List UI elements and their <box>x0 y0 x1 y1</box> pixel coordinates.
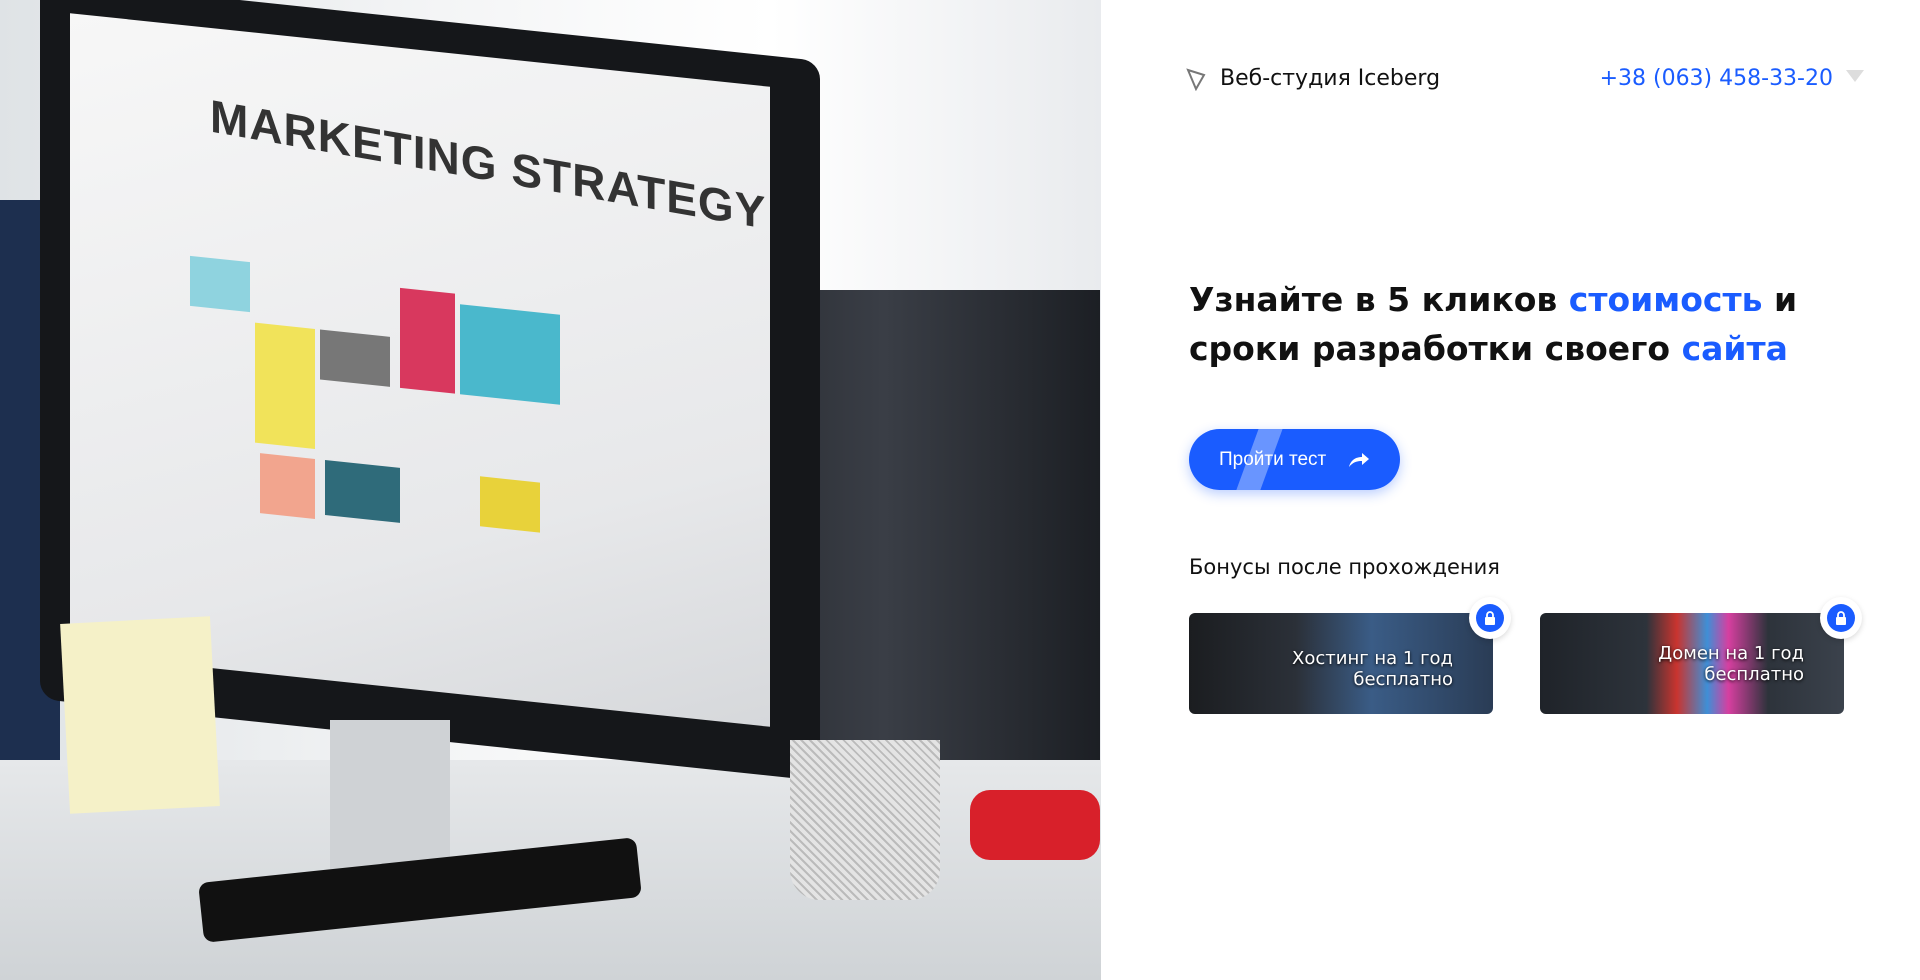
take-test-button[interactable]: Пройти тест <box>1189 429 1400 490</box>
screen-title: MARKETING STRATEGY <box>210 89 767 239</box>
chevron-down-icon[interactable] <box>1846 70 1864 82</box>
bonus-card-hosting: Хостинг на 1 год бесплатно <box>1189 597 1511 714</box>
bonus-card-domain: Домен на 1 год бесплатно <box>1540 597 1862 714</box>
bonuses-title: Бонусы после прохождения <box>1189 555 1500 579</box>
headline-highlight: стоимость <box>1568 280 1763 319</box>
sticky-note <box>60 616 220 814</box>
lock-icon <box>1469 597 1511 639</box>
logo[interactable]: Веб-студия Iceberg <box>1186 66 1440 91</box>
logo-triangle-icon <box>1186 67 1206 91</box>
headline-text: Узнайте в 5 кликов <box>1189 280 1569 319</box>
bonus-text: Домен на 1 год бесплатно <box>1658 643 1804 685</box>
bonus-text: Хостинг на 1 год бесплатно <box>1292 648 1453 690</box>
lock-icon <box>1820 597 1862 639</box>
headline-highlight: сайта <box>1681 329 1788 368</box>
monitor-stand <box>330 720 450 880</box>
logo-text: Веб-студия Iceberg <box>1220 66 1441 91</box>
toy-teeth <box>970 790 1100 860</box>
pen-cup <box>790 740 940 900</box>
phone-link[interactable]: +38 (063) 458-33-20 <box>1600 66 1833 91</box>
hero-image: MARKETING STRATEGY <box>0 0 1101 980</box>
share-arrow-icon <box>1349 452 1370 467</box>
page-headline: Узнайте в 5 кликов стоимость и сроки раз… <box>1189 275 1889 373</box>
